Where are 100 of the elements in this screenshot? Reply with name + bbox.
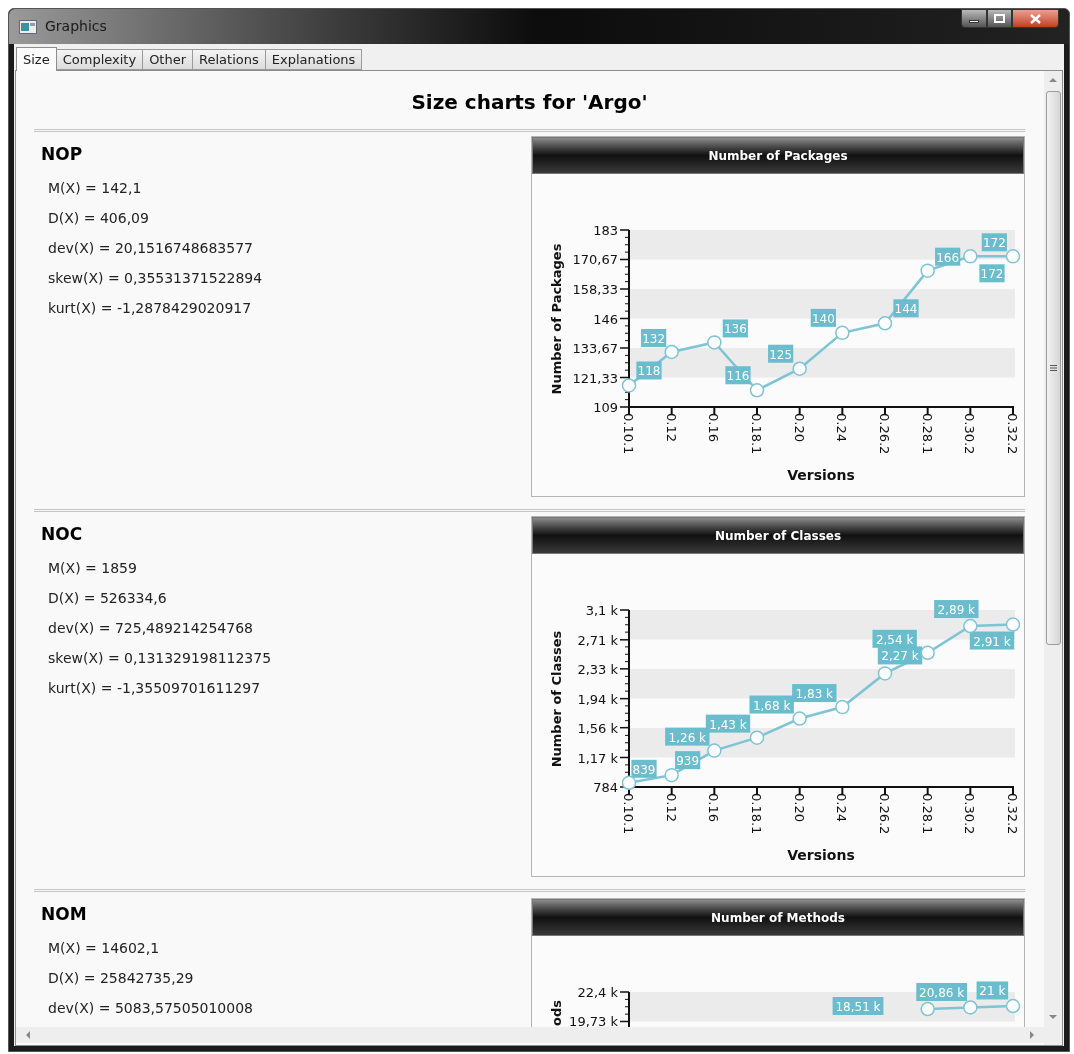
scrollbar-thumb[interactable] — [1045, 91, 1061, 645]
data-point — [792, 711, 807, 726]
axis-tick-label: 0.24 — [834, 793, 850, 822]
data-point — [920, 645, 935, 661]
axis-tick-label: 2,33 k — [577, 661, 618, 677]
tab[interactable]: Relations — [192, 49, 266, 70]
tab[interactable]: Size — [16, 47, 57, 71]
axis-tick-label: 0.18.1 — [749, 793, 764, 835]
data-label: 132 — [641, 329, 667, 347]
scroll-down-icon[interactable] — [1049, 1015, 1057, 1019]
axis-tick-label: 3,1 k — [585, 603, 618, 618]
data-point — [877, 316, 893, 331]
axis-tick-label: 0.26.2 — [877, 413, 892, 455]
data-label: 2,89 k — [934, 600, 979, 619]
data-point — [664, 344, 679, 360]
axis-tick-label: 183 — [593, 223, 618, 238]
chart-title: Number of Classes — [532, 517, 1024, 554]
axis-tick-label: 146 — [593, 311, 618, 327]
tab[interactable]: Complexity — [55, 49, 144, 70]
data-point — [920, 263, 935, 278]
axis-tick-label: 0.32.2 — [1005, 413, 1020, 455]
data-point — [963, 249, 978, 264]
axis-tick-label: 19,73 k — [569, 1014, 618, 1027]
scroll-up-icon[interactable] — [1049, 78, 1057, 82]
axis-title: Number of Classes — [549, 630, 564, 768]
axis-tick-label: 0.16 — [706, 413, 722, 442]
minimize-icon — [969, 20, 979, 23]
window-title: Graphics — [45, 17, 107, 36]
axis-tick-label: 0.32.2 — [1005, 793, 1020, 835]
stat-line: kurt(X) = -1,35509701611297 — [48, 679, 262, 698]
stat-line: M(X) = 14602,1 — [48, 939, 161, 958]
maximize-icon — [994, 14, 1005, 23]
data-label: 116 — [725, 366, 751, 385]
axis-tick-label: 0.12 — [663, 413, 679, 442]
chart-title: Number of Methods — [532, 899, 1024, 936]
data-point — [621, 775, 637, 791]
axis-tick-label: 133,67 — [572, 341, 618, 356]
data-point — [1005, 617, 1021, 632]
minimize-button[interactable] — [961, 9, 987, 28]
horizontal-scrollbar[interactable] — [16, 1027, 1044, 1043]
data-label: 1,26 k — [665, 727, 710, 746]
data-point — [1005, 998, 1021, 1014]
scroll-right-icon[interactable] — [1030, 1031, 1034, 1039]
tab[interactable]: Other — [142, 49, 194, 70]
data-point — [621, 378, 637, 393]
axis-title: Versions — [787, 847, 855, 863]
axis-tick-label: 0.28.1 — [919, 793, 935, 835]
axis-tick-label: 1,17 k — [577, 750, 618, 766]
stat-line: skew(X) = 0,35531371522894 — [48, 269, 264, 288]
data-label: 20,86 k — [916, 983, 968, 1001]
axis-tick-label: 0.20 — [791, 793, 807, 822]
axis-tick-label: 784 — [593, 780, 618, 795]
axis-tick-label: 109 — [593, 400, 618, 415]
chart-title: Number of Packages — [532, 137, 1024, 174]
data-point — [963, 1000, 978, 1015]
app-icon — [19, 19, 37, 34]
vertical-scrollbar[interactable] — [1044, 71, 1062, 1045]
axis-tick-label: 22,4 k — [577, 985, 618, 1000]
maximize-button[interactable] — [987, 9, 1012, 28]
axis-title: ods — [549, 1000, 564, 1026]
axis-tick-label: 0.26.2 — [877, 793, 892, 835]
stat-line: skew(X) = 0,131329198112375 — [48, 649, 273, 668]
tab[interactable]: Explanations — [264, 49, 363, 70]
data-label: 144 — [893, 299, 919, 318]
close-icon — [1030, 13, 1041, 24]
grip-icon — [1049, 365, 1057, 371]
axis-title: Number of Packages — [549, 243, 564, 395]
stat-line: kurt(X) = -1,2878429020917 — [48, 299, 253, 318]
stat-line: M(X) = 142,1 — [48, 179, 143, 198]
data-point — [1005, 249, 1021, 264]
stat-line: D(X) = 25842735,29 — [48, 969, 195, 988]
data-point — [920, 1001, 935, 1017]
stat-line: dev(X) = 5083,57505010008 — [48, 999, 254, 1018]
axis-tick-label: 0.10.1 — [621, 793, 636, 835]
close-button[interactable] — [1012, 9, 1059, 28]
data-point — [835, 699, 850, 715]
axis-tick-label: 158,33 — [572, 282, 618, 297]
axis-tick-label: 170,67 — [572, 252, 618, 268]
page-title: Size charts for 'Argo' — [411, 89, 648, 116]
data-label: 18,51 k — [832, 997, 884, 1015]
data-label: 21 k — [976, 981, 1009, 1000]
data-label: 172 — [981, 233, 1007, 252]
axis-tick-label: 121,33 — [572, 370, 618, 386]
axis-tick-label: 0.10.1 — [621, 413, 636, 455]
data-label: 125 — [768, 344, 794, 363]
axis-tick-label: 0.18.1 — [749, 413, 764, 455]
scroll-left-icon[interactable] — [26, 1031, 30, 1039]
axis-tick-label: 1,56 k — [577, 720, 618, 736]
metric-heading: NOC — [41, 523, 84, 546]
axis-tick-label: 0.20 — [791, 413, 807, 442]
data-point — [835, 325, 850, 341]
stat-line: dev(X) = 725,489214254768 — [48, 619, 254, 638]
stat-line: D(X) = 526334,6 — [48, 589, 168, 608]
data-point — [664, 767, 679, 783]
data-label: 1,43 k — [705, 714, 751, 733]
data-point — [792, 361, 807, 376]
data-point — [877, 666, 893, 681]
data-point — [707, 743, 722, 758]
data-point — [749, 383, 765, 398]
stat-line: D(X) = 406,09 — [48, 209, 150, 228]
